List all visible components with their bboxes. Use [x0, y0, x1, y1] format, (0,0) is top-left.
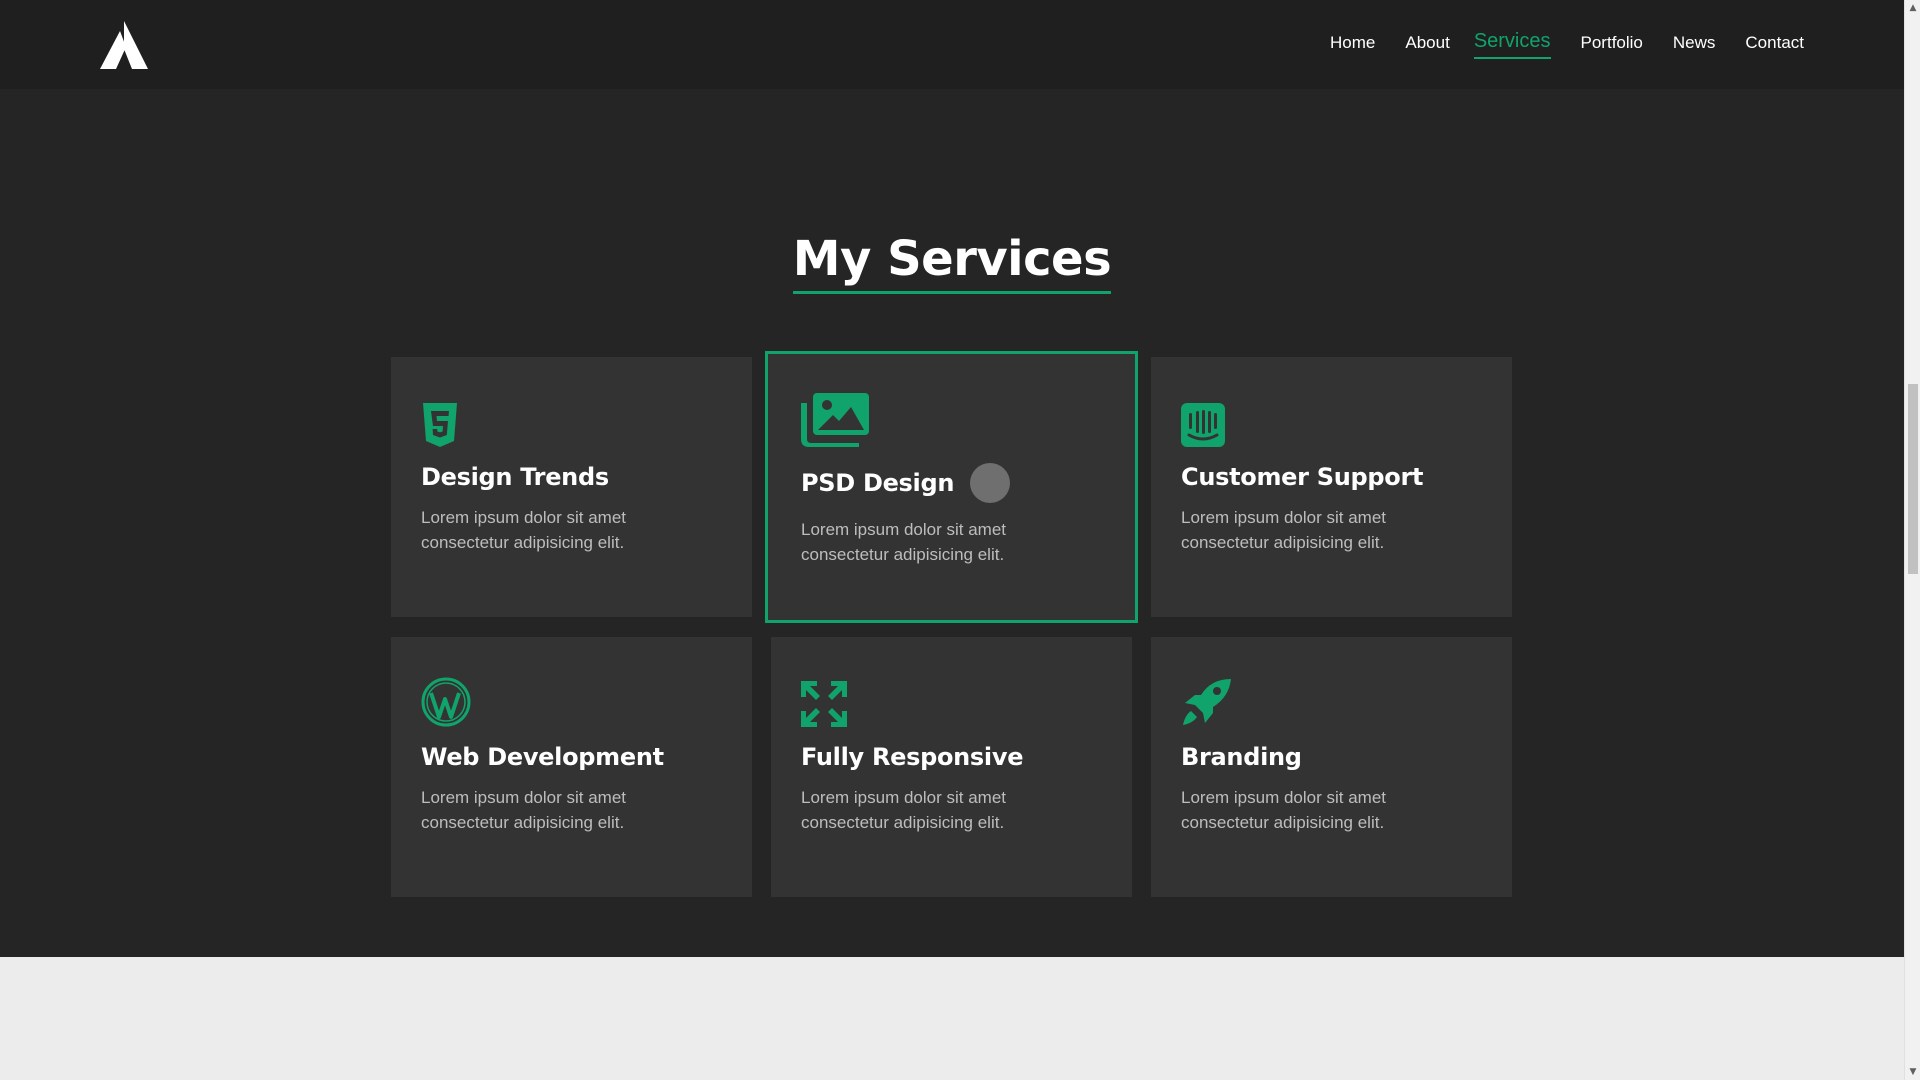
scrollbar-thumb[interactable] — [1908, 384, 1918, 574]
card-text: Lorem ipsum dolor sit amet consectetur a… — [1181, 788, 1387, 832]
rocket-icon — [1181, 679, 1482, 727]
nav-about[interactable]: About — [1405, 33, 1449, 57]
card-text: Lorem ipsum dolor sit amet consectetur a… — [1181, 508, 1387, 552]
service-card-psd-design[interactable]: PSD Design Lorem ipsum dolor sit amet co… — [765, 351, 1138, 623]
images-icon — [801, 393, 1102, 447]
service-card-branding[interactable]: Branding Lorem ipsum dolor sit amet cons… — [1151, 637, 1512, 897]
service-card-fully-responsive[interactable]: Fully Responsive Lorem ipsum dolor sit a… — [771, 637, 1132, 897]
intercom-icon — [1181, 399, 1482, 447]
card-title: Customer Support — [1181, 463, 1424, 491]
card-text: Lorem ipsum dolor sit amet consectetur a… — [421, 508, 627, 552]
card-title: Fully Responsive — [801, 743, 1024, 771]
card-title-text: PSD Design — [801, 469, 955, 497]
card-text: Lorem ipsum dolor sit amet consectetur a… — [801, 520, 1007, 564]
nav-contact[interactable]: Contact — [1745, 33, 1804, 57]
section-title-wrap: My Services — [0, 231, 1904, 294]
scroll-up-icon[interactable]: ▲ — [1905, 0, 1920, 16]
service-card-design-trends[interactable]: Design Trends Lorem ipsum dolor sit amet… — [391, 357, 752, 617]
section-title: My Services — [792, 231, 1112, 294]
card-text: Lorem ipsum dolor sit amet consectetur a… — [421, 788, 627, 832]
cursor-dot — [970, 463, 1011, 503]
nav-services[interactable]: Services — [1473, 30, 1551, 59]
service-card-web-development[interactable]: Web Development Lorem ipsum dolor sit am… — [391, 637, 752, 897]
card-title: Web Development — [421, 743, 664, 771]
wordpress-icon — [421, 677, 722, 727]
card-title: PSD Design — [801, 463, 1102, 503]
card-text: Lorem ipsum dolor sit amet consectetur a… — [801, 788, 1007, 832]
triangle-logo-icon[interactable] — [98, 19, 150, 71]
card-title: Design Trends — [421, 463, 609, 491]
scroll-down-icon[interactable]: ▼ — [1905, 1064, 1920, 1080]
vertical-scrollbar[interactable]: ▲ ▼ — [1904, 0, 1920, 1080]
page-viewport: Home About Services Portfolio News Conta… — [0, 0, 1904, 1080]
site-header: Home About Services Portfolio News Conta… — [0, 0, 1904, 89]
services-section: My Services Design Trends Lorem ipsum do… — [0, 89, 1904, 957]
nav-portfolio[interactable]: Portfolio — [1581, 33, 1643, 57]
service-card-customer-support[interactable]: Customer Support Lorem ipsum dolor sit a… — [1151, 357, 1512, 617]
nav-news[interactable]: News — [1673, 33, 1716, 57]
html5-icon — [421, 399, 722, 447]
services-grid: Design Trends Lorem ipsum dolor sit amet… — [391, 351, 1513, 897]
main-nav: Home About Services Portfolio News Conta… — [1300, 0, 1804, 89]
expand-arrows-icon — [801, 679, 1102, 727]
nav-home[interactable]: Home — [1330, 33, 1375, 57]
card-title: Branding — [1181, 743, 1302, 771]
